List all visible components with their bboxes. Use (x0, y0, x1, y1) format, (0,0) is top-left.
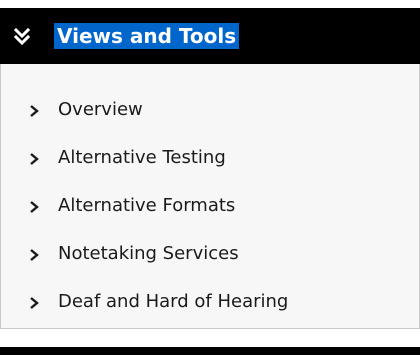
views-and-tools-panel: Views and Tools Overview Alternative Tes… (0, 8, 420, 329)
chevron-right-icon (30, 153, 39, 165)
list-item-label[interactable]: Deaf and Hard of Hearing (58, 290, 288, 314)
chevron-right-icon (30, 249, 39, 261)
list-item-label[interactable]: Overview (58, 98, 143, 122)
list-item-deaf-and-hard-of-hearing[interactable]: Deaf and Hard of Hearing (1, 286, 401, 318)
list-item-label[interactable]: Alternative Testing (58, 146, 226, 170)
double-chevron-down-icon[interactable] (14, 28, 30, 46)
list-item-alternative-formats[interactable]: Alternative Formats (1, 190, 401, 222)
list-item-label[interactable]: Alternative Formats (58, 194, 235, 218)
list-item-overview[interactable]: Overview (1, 94, 401, 126)
list-item-label[interactable]: Notetaking Services (58, 242, 239, 266)
list-item-notetaking-services[interactable]: Notetaking Services (1, 238, 401, 270)
next-panel-header-edge (0, 347, 420, 355)
panel-body: Overview Alternative Testing Alternative… (0, 64, 420, 329)
chevron-right-icon (30, 201, 39, 213)
list-item-alternative-testing[interactable]: Alternative Testing (1, 142, 401, 174)
chevron-right-icon (30, 297, 39, 309)
chevron-right-icon (30, 105, 39, 117)
panel-title: Views and Tools (54, 23, 240, 49)
panel-header[interactable]: Views and Tools (0, 8, 420, 64)
